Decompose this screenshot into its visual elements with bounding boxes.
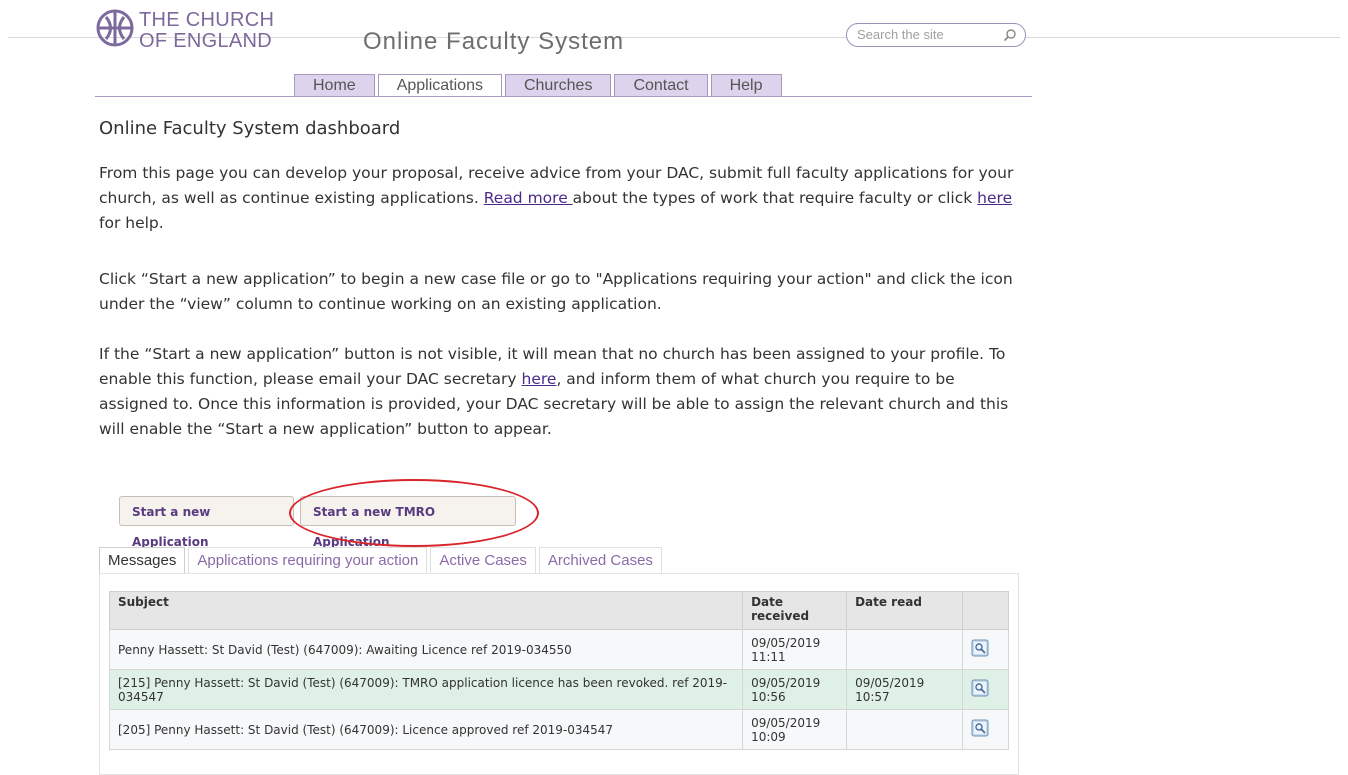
- table-row[interactable]: Penny Hassett: St David (Test) (647009):…: [108, 629, 1009, 670]
- nav-applications[interactable]: Applications: [377, 74, 502, 96]
- cell-subject: [205] Penny Hassett: St David (Test) (64…: [108, 709, 744, 750]
- cell-date-received: 09/05/2019 10:56: [742, 669, 848, 710]
- tab-active-cases[interactable]: Active Cases: [430, 547, 536, 573]
- tab-messages[interactable]: Messages: [99, 547, 186, 573]
- church-of-england-logo[interactable]: THE CHURCH OF ENGLAND: [95, 8, 335, 58]
- cell-view: [962, 709, 1009, 750]
- intro-text-c: for help.: [99, 214, 164, 232]
- email-dac-here-link[interactable]: here: [522, 370, 557, 388]
- messages-table: Subject Date received Date read Penny Ha…: [108, 591, 1009, 750]
- logo-line-2: OF ENGLAND: [139, 30, 273, 52]
- search-input[interactable]: [857, 26, 987, 42]
- view-magnifier-icon[interactable]: [971, 719, 989, 737]
- cell-date-read: 09/05/2019 10:57: [846, 669, 963, 710]
- search-box: [846, 23, 1026, 47]
- intro-text-b: about the types of work that require fac…: [572, 189, 978, 207]
- nav-underline: [95, 96, 1032, 97]
- site-title: Online Faculty System: [363, 28, 625, 55]
- view-magnifier-icon[interactable]: [971, 639, 989, 657]
- nav-help[interactable]: Help: [710, 74, 782, 96]
- cell-date-received: 09/05/2019 11:11: [742, 629, 848, 670]
- cross-in-circle-icon: [96, 9, 134, 47]
- cell-view: [962, 669, 1009, 710]
- main-nav: Home Applications Churches Contact Help: [294, 74, 785, 96]
- column-header-date-read[interactable]: Date read: [846, 591, 963, 630]
- table-row[interactable]: [215] Penny Hassett: St David (Test) (64…: [108, 669, 1009, 710]
- read-more-link[interactable]: Read more: [484, 189, 573, 207]
- cell-date-read: [846, 629, 963, 670]
- nav-home[interactable]: Home: [294, 74, 375, 96]
- start-new-tmro-application-button[interactable]: Start a new TMRO Application: [300, 496, 516, 549]
- nav-contact[interactable]: Contact: [614, 74, 708, 96]
- logo-line-1: THE CHURCH: [139, 9, 275, 31]
- instructions-paragraph: Click “Start a new application” to begin…: [99, 270, 1013, 313]
- nav-churches[interactable]: Churches: [504, 74, 612, 96]
- tab-applications-requiring-action[interactable]: Applications requiring your action: [188, 547, 428, 573]
- search-icon[interactable]: [1003, 27, 1017, 46]
- logo-text: THE CHURCH OF ENGLAND: [139, 10, 274, 52]
- cell-date-read: [846, 709, 963, 750]
- start-new-application-button[interactable]: Start a new Application: [119, 496, 294, 549]
- dashboard-tabs: Messages Applications requiring your act…: [99, 547, 665, 574]
- intro-paragraph: From this page you can develop your prop…: [99, 161, 1019, 236]
- site-header: THE CHURCH OF ENGLAND Online Faculty Sys…: [95, 6, 1032, 98]
- page-title: Online Faculty System dashboard: [99, 118, 401, 139]
- tab-archived-cases[interactable]: Archived Cases: [538, 547, 662, 573]
- cell-subject: [215] Penny Hassett: St David (Test) (64…: [108, 669, 744, 710]
- column-header-date-received[interactable]: Date received: [742, 591, 848, 630]
- column-header-subject[interactable]: Subject: [108, 591, 744, 630]
- cell-date-received: 09/05/2019 10:09: [742, 709, 848, 750]
- column-header-view: [962, 591, 1009, 630]
- help-here-link[interactable]: here: [977, 189, 1012, 207]
- cell-view: [962, 629, 1009, 670]
- cell-subject: Penny Hassett: St David (Test) (647009):…: [108, 629, 744, 670]
- view-magnifier-icon[interactable]: [971, 679, 989, 697]
- no-church-paragraph: If the “Start a new application” button …: [99, 342, 1019, 442]
- table-row[interactable]: [205] Penny Hassett: St David (Test) (64…: [108, 709, 1009, 750]
- main-content: Online Faculty System dashboard From thi…: [99, 116, 1029, 438]
